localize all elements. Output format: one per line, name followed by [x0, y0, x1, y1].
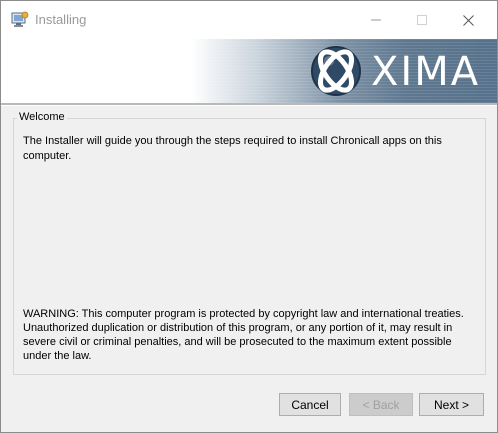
- next-button[interactable]: Next >: [419, 393, 484, 416]
- installer-app-icon: [11, 11, 29, 27]
- xima-logo-icon: [311, 46, 361, 96]
- header-banner: XIMA: [1, 39, 497, 103]
- maximize-button[interactable]: [399, 1, 445, 39]
- cancel-button[interactable]: Cancel: [279, 393, 341, 416]
- title-bar[interactable]: Installing: [1, 1, 497, 39]
- banner-divider: [1, 103, 497, 106]
- close-button[interactable]: [445, 1, 491, 39]
- installer-window: Installing XIMA Welcome The Installer wi…: [0, 0, 498, 433]
- xima-logo-text: XIMA: [371, 49, 481, 95]
- back-button: < Back: [349, 393, 413, 416]
- intro-text: The Installer will guide you through the…: [23, 135, 442, 162]
- close-icon: [462, 14, 474, 26]
- button-bar-divider: [1, 382, 497, 383]
- maximize-icon: [417, 15, 427, 25]
- window-title: Installing: [35, 12, 87, 27]
- copyright-warning: WARNING: This computer program is protec…: [23, 308, 464, 362]
- minimize-icon: [371, 19, 381, 21]
- welcome-group-label: Welcome: [17, 111, 67, 123]
- minimize-button[interactable]: [353, 1, 399, 39]
